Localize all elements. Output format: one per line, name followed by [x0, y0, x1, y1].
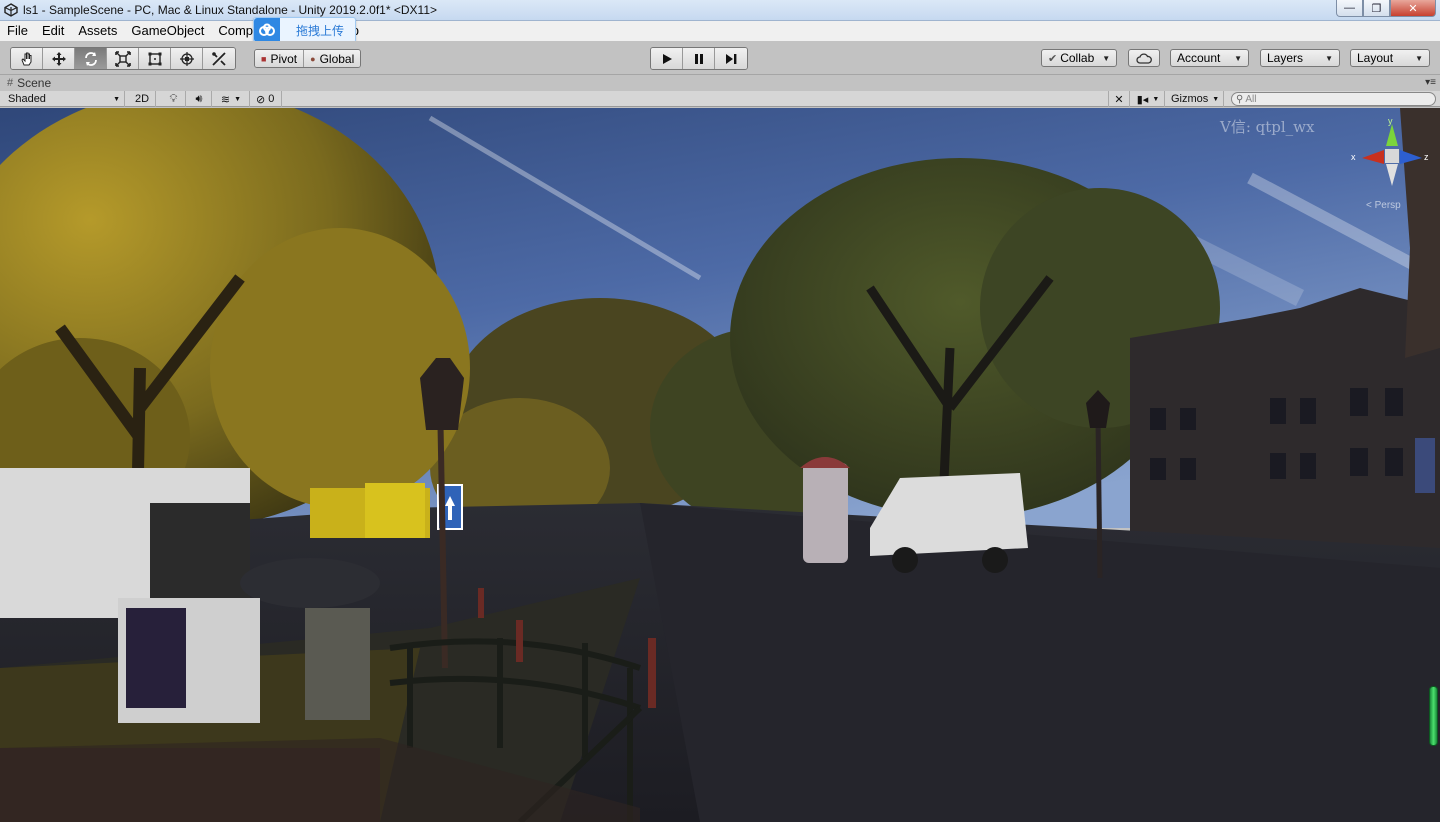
global-label: Global [319, 51, 355, 66]
chevron-down-icon: ▼ [234, 95, 242, 103]
tools-icon: ✕ [1114, 93, 1124, 106]
playback-controls [650, 47, 748, 70]
scene-viewport[interactable]: V信: qtpl_wx y x z < Persp [0, 108, 1440, 822]
tab-scene[interactable]: # Scene [7, 75, 51, 91]
chevron-down-icon: ▼ [113, 95, 120, 103]
layers-dropdown[interactable]: Layers ▼ [1260, 49, 1340, 67]
main-toolbar: ■ Pivot ● Global ✔ Collab ▼ Account ▼ La… [0, 41, 1440, 75]
draw-mode-label: Shaded [8, 93, 46, 105]
camera-dropdown[interactable]: ▮◂ ▼ [1132, 91, 1165, 107]
cloud-icon [1136, 52, 1152, 64]
close-button[interactable]: ✕ [1390, 0, 1436, 17]
chevron-down-icon: ▼ [1234, 53, 1242, 63]
2d-toggle[interactable]: 2D [129, 91, 156, 107]
window-controls: — ❐ ✕ [1336, 0, 1436, 17]
gizmos-label: Gizmos [1171, 93, 1209, 105]
camera-icon: ▮◂ [1136, 93, 1149, 106]
chevron-down-icon: ▼ [1102, 53, 1111, 63]
menu-edit[interactable]: Edit [35, 21, 71, 41]
layout-dropdown[interactable]: Layout ▼ [1350, 49, 1430, 67]
cloud-upload-icon [254, 18, 280, 42]
pivot-icon: ■ [261, 53, 267, 64]
upload-overlay[interactable]: 拖拽上传 [253, 17, 356, 43]
draw-mode-dropdown[interactable]: Shaded ▼ [4, 91, 125, 107]
hidden-count: 0 [268, 93, 275, 105]
pivot-label: Pivot [270, 51, 298, 66]
custom-tool-icon[interactable] [203, 48, 235, 69]
speaker-icon: 🔊︎ [195, 92, 203, 105]
scene-control-bar: Shaded ▼ 2D 💡︎ 🔊︎ ≋ ▼ ⊘ 0 ✕ ▮◂ ▼ Gizmos … [0, 91, 1440, 107]
watermark-text: V信: qtpl_wx [1220, 118, 1315, 136]
menu-file[interactable]: File [0, 21, 35, 41]
chevron-down-icon: ▼ [1212, 95, 1220, 103]
step-button[interactable] [715, 48, 747, 69]
upload-overlay-label: 拖拽上传 [296, 23, 345, 38]
chevron-down-icon: ▼ [1415, 53, 1423, 63]
audio-toggle[interactable]: 🔊︎ [187, 91, 212, 107]
menu-assets[interactable]: Assets [71, 21, 124, 41]
rect-tool-icon[interactable] [139, 48, 171, 69]
gizmos-dropdown[interactable]: Gizmos ▼ [1167, 91, 1224, 107]
gizmo-y-label: y [1388, 116, 1393, 126]
pivot-button[interactable]: ■ Pivot [255, 50, 305, 67]
scene-tools-button[interactable]: ✕ [1108, 91, 1130, 107]
window-title-bar: ls1 - SampleScene - PC, Mac & Linux Stan… [0, 0, 1440, 21]
maximize-button[interactable]: ❐ [1363, 0, 1390, 17]
chevron-down-icon: ▼ [1325, 53, 1333, 63]
pause-icon [694, 53, 703, 64]
transform-tools [10, 47, 236, 70]
lighting-toggle[interactable]: 💡︎ [162, 91, 186, 107]
collab-dropdown[interactable]: ✔ Collab ▼ [1041, 49, 1117, 67]
menu-gameobject[interactable]: GameObject [124, 21, 211, 41]
minimize-button[interactable]: — [1336, 0, 1363, 17]
hand-tool-icon[interactable] [11, 48, 43, 69]
cloud-button[interactable] [1128, 49, 1160, 67]
menu-bar: File Edit Assets GameObject Compo Help [0, 21, 1440, 41]
transform-tool-icon[interactable] [171, 48, 203, 69]
effects-icon: ≋ [220, 93, 231, 106]
layers-label: Layers [1267, 51, 1304, 65]
search-icon: ⚲ [1236, 93, 1244, 105]
effects-dropdown[interactable]: ≋ ▼ [213, 91, 250, 107]
hidden-objects-toggle[interactable]: ⊘ 0 [252, 91, 282, 107]
globe-icon: ● [310, 53, 316, 64]
rotate-tool-icon[interactable] [75, 48, 107, 69]
scene-render [0, 108, 1440, 822]
lightbulb-icon: 💡︎ [169, 92, 178, 105]
search-placeholder: All [1245, 93, 1257, 105]
tab-menu-icon[interactable]: ▾≡ [1425, 77, 1436, 88]
chevron-down-icon: ▼ [1152, 95, 1160, 103]
gizmo-z-label: z [1424, 152, 1429, 162]
play-icon [662, 53, 672, 64]
global-button[interactable]: ● Global [304, 50, 361, 67]
scale-tool-icon[interactable] [107, 48, 139, 69]
gizmo-x-label: x [1351, 152, 1356, 162]
step-icon [726, 53, 737, 64]
layout-label: Layout [1357, 51, 1394, 65]
scene-tab-bar: # Scene ▾≡ [0, 75, 1440, 91]
account-dropdown[interactable]: Account ▼ [1170, 49, 1249, 67]
pivot-toggle-group: ■ Pivot ● Global [254, 49, 362, 68]
check-circle-icon: ✔ [1048, 52, 1058, 65]
window-title: ls1 - SampleScene - PC, Mac & Linux Stan… [23, 3, 438, 17]
scroll-indicator[interactable] [1429, 686, 1438, 746]
unity-logo-icon [4, 3, 18, 17]
projection-label[interactable]: < Persp [1366, 200, 1401, 211]
pause-button[interactable] [683, 48, 715, 69]
play-button[interactable] [651, 48, 683, 69]
account-label: Account [1177, 51, 1221, 65]
collab-label: Collab [1060, 51, 1095, 65]
move-tool-icon[interactable] [43, 48, 75, 69]
scene-grid-icon: # [7, 77, 14, 89]
2d-label: 2D [134, 93, 150, 105]
scene-tab-label: Scene [17, 76, 52, 90]
eye-slash-icon: ⊘ [256, 93, 266, 106]
scene-search-input[interactable]: ⚲ All [1231, 92, 1436, 106]
